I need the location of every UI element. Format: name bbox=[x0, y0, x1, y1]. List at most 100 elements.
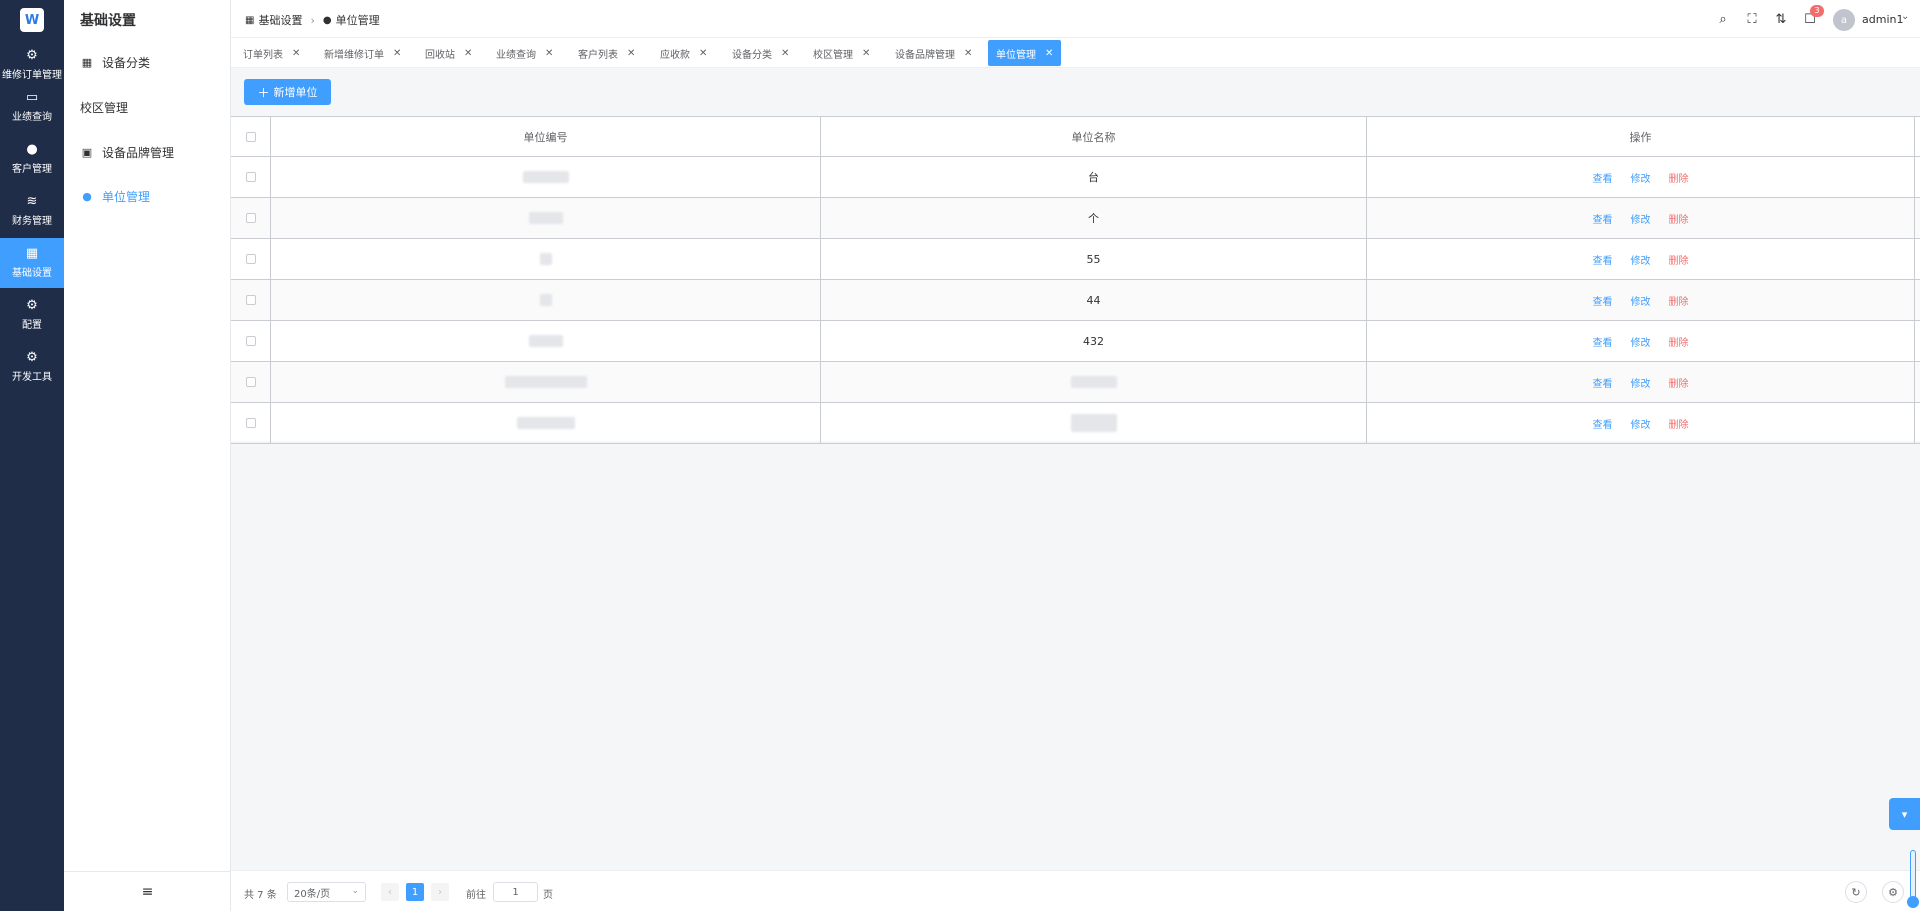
thermometer-widget[interactable] bbox=[1910, 850, 1916, 902]
rail-item-config[interactable]: ⚙ 配置 bbox=[0, 290, 64, 340]
username[interactable]: admin1 bbox=[1862, 13, 1903, 26]
select-all-checkbox[interactable] bbox=[245, 131, 256, 142]
sidebar-item-device-category[interactable]: ▦ 设备分类 bbox=[80, 52, 150, 72]
delete-link[interactable]: 删除 bbox=[1669, 252, 1689, 267]
add-unit-button[interactable]: ＋ 新增单位 bbox=[244, 79, 331, 105]
close-icon[interactable]: ✕ bbox=[862, 48, 870, 59]
edit-link[interactable]: 修改 bbox=[1631, 252, 1651, 267]
settings-button[interactable]: ⚙ bbox=[1882, 881, 1904, 903]
sort-icon[interactable]: ⇅ bbox=[1772, 10, 1790, 28]
rail-item-basic-settings[interactable]: ▦ 基础设置 bbox=[0, 238, 64, 288]
table-row: 查看 修改 删除 bbox=[231, 362, 1920, 403]
unit-code-cell bbox=[271, 280, 821, 320]
tab-campus[interactable]: 校区管理 ✕ bbox=[813, 40, 870, 66]
goto-label: 前往 bbox=[466, 890, 486, 901]
tab-device-brand[interactable]: 设备品牌管理 ✕ bbox=[895, 40, 972, 66]
page-size-select[interactable]: 20条/页 ⌄ bbox=[287, 882, 366, 902]
close-icon[interactable]: ✕ bbox=[964, 48, 972, 59]
view-link[interactable]: 查看 bbox=[1593, 416, 1613, 431]
redacted-text bbox=[504, 376, 587, 388]
delete-link[interactable]: 删除 bbox=[1669, 375, 1689, 390]
view-link[interactable]: 查看 bbox=[1593, 211, 1613, 226]
edit-link[interactable]: 修改 bbox=[1631, 416, 1651, 431]
tab-order-list[interactable]: 订单列表 ✕ bbox=[243, 40, 300, 66]
edit-link[interactable]: 修改 bbox=[1631, 211, 1651, 226]
delete-link[interactable]: 删除 bbox=[1669, 170, 1689, 185]
rail-item-finance[interactable]: ≋ 财务管理 bbox=[0, 186, 64, 236]
view-link[interactable]: 查看 bbox=[1593, 252, 1613, 267]
rail-item-customers[interactable]: ● 客户管理 bbox=[0, 134, 64, 184]
row-checkbox[interactable] bbox=[245, 254, 256, 264]
close-icon[interactable]: ✕ bbox=[292, 48, 300, 59]
row-checkbox-cell bbox=[231, 362, 271, 402]
refresh-button[interactable]: ↻ bbox=[1845, 881, 1867, 903]
view-link[interactable]: 查看 bbox=[1593, 375, 1613, 390]
goto-page-input[interactable] bbox=[493, 882, 538, 902]
sidebar-item-device-brand[interactable]: ▣ 设备品牌管理 bbox=[80, 142, 174, 162]
row-checkbox[interactable] bbox=[245, 336, 256, 346]
table-header: 单位编号 单位名称 操作 bbox=[231, 116, 1920, 157]
row-checkbox[interactable] bbox=[245, 172, 256, 182]
close-icon[interactable]: ✕ bbox=[627, 48, 635, 59]
edit-link[interactable]: 修改 bbox=[1631, 293, 1651, 308]
tab-label: 设备分类 bbox=[732, 49, 772, 61]
edit-link[interactable]: 修改 bbox=[1631, 170, 1651, 185]
prev-page-button[interactable]: ‹ bbox=[381, 883, 399, 901]
close-icon[interactable]: ✕ bbox=[464, 48, 472, 59]
tab-recycle-bin[interactable]: 回收站 ✕ bbox=[425, 40, 472, 66]
rail-item-performance[interactable]: ▭ 业绩查询 bbox=[0, 82, 64, 132]
hamburger-icon: ≡ bbox=[141, 883, 154, 900]
view-link[interactable]: 查看 bbox=[1593, 170, 1613, 185]
row-checkbox[interactable] bbox=[245, 213, 256, 223]
view-link[interactable]: 查看 bbox=[1593, 334, 1613, 349]
grid-icon: ▦ bbox=[245, 14, 255, 26]
close-icon[interactable]: ✕ bbox=[545, 48, 553, 59]
fullscreen-icon[interactable]: ⛶ bbox=[1743, 10, 1761, 28]
next-page-button[interactable]: › bbox=[431, 883, 449, 901]
row-actions: 查看 修改 删除 bbox=[1584, 375, 1698, 390]
location-pin-icon: ● bbox=[82, 189, 92, 203]
row-checkbox[interactable] bbox=[245, 295, 256, 305]
unit-name-cell: 44 bbox=[821, 280, 1367, 320]
rail-item-dev-tools[interactable]: ⚙ 开发工具 bbox=[0, 342, 64, 392]
actions-cell: 查看 修改 删除 bbox=[1367, 198, 1915, 238]
sidebar-item-campus[interactable]: 校区管理 bbox=[80, 97, 128, 117]
delete-link[interactable]: 删除 bbox=[1669, 211, 1689, 226]
breadcrumb-parent[interactable]: 基础设置 bbox=[258, 12, 302, 28]
sidebar-collapse-button[interactable]: ≡ bbox=[64, 871, 231, 911]
database-icon: ≋ bbox=[26, 194, 38, 209]
pagination-bar: 共 7 条 20条/页 ⌄ ‹ 1 › 前往 页 ↻ ⚙ bbox=[231, 870, 1920, 911]
gear-icon: ⚙ bbox=[26, 298, 38, 313]
row-checkbox[interactable] bbox=[245, 377, 256, 387]
grid-icon: ▦ bbox=[81, 55, 93, 69]
edit-link[interactable]: 修改 bbox=[1631, 375, 1651, 390]
delete-link[interactable]: 删除 bbox=[1669, 334, 1689, 349]
row-checkbox-cell bbox=[231, 239, 271, 279]
search-icon[interactable]: ⌕ bbox=[1714, 10, 1732, 28]
tab-performance-query[interactable]: 业绩查询 ✕ bbox=[496, 40, 553, 66]
feedback-float-button[interactable]: ▾ bbox=[1889, 798, 1920, 830]
view-link[interactable]: 查看 bbox=[1593, 293, 1613, 308]
close-icon[interactable]: ✕ bbox=[699, 48, 707, 59]
tab-unit-management[interactable]: 单位管理 ✕ bbox=[988, 40, 1062, 66]
table-row: 432 查看 修改 删除 bbox=[231, 321, 1920, 362]
edit-link[interactable]: 修改 bbox=[1631, 334, 1651, 349]
delete-link[interactable]: 删除 bbox=[1669, 416, 1689, 431]
tab-new-repair-order[interactable]: 新增维修订单 ✕ bbox=[324, 40, 401, 66]
app-logo[interactable]: W bbox=[20, 8, 44, 32]
sidebar-item-unit[interactable]: ● 单位管理 bbox=[80, 186, 150, 206]
actions-cell: 查看 修改 删除 bbox=[1367, 403, 1915, 443]
unit-name-cell: 55 bbox=[821, 239, 1367, 279]
tab-customer-list[interactable]: 客户列表 ✕ bbox=[578, 40, 635, 66]
avatar[interactable]: a bbox=[1833, 9, 1855, 31]
tab-label: 客户列表 bbox=[578, 49, 618, 61]
page-number-1[interactable]: 1 bbox=[406, 883, 424, 901]
chevron-down-icon[interactable]: ⌄ bbox=[1901, 11, 1909, 22]
close-icon[interactable]: ✕ bbox=[1045, 48, 1053, 59]
delete-link[interactable]: 删除 bbox=[1669, 293, 1689, 308]
tab-device-category[interactable]: 设备分类 ✕ bbox=[732, 40, 789, 66]
close-icon[interactable]: ✕ bbox=[393, 48, 401, 59]
close-icon[interactable]: ✕ bbox=[781, 48, 789, 59]
tab-receivables[interactable]: 应收款 ✕ bbox=[660, 40, 707, 66]
row-checkbox[interactable] bbox=[245, 418, 256, 428]
